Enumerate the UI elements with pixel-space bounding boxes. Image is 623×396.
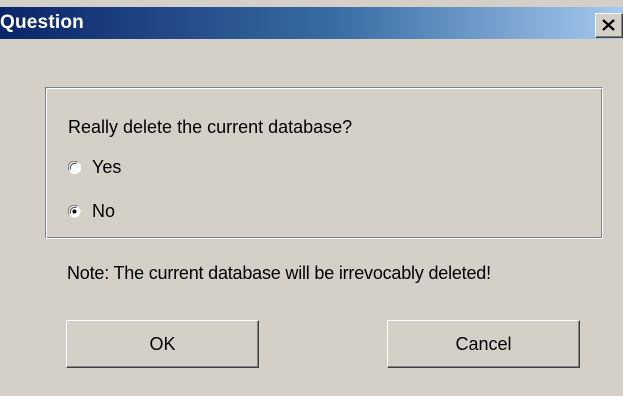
- radio-unchecked-icon[interactable]: [68, 160, 81, 174]
- radio-yes[interactable]: Yes: [68, 156, 121, 178]
- ok-button[interactable]: OK: [66, 320, 259, 368]
- radio-yes-label[interactable]: Yes: [92, 156, 121, 178]
- radio-checked-icon[interactable]: [68, 204, 81, 218]
- radio-no[interactable]: No: [68, 200, 115, 222]
- options-group-box: [45, 87, 603, 239]
- close-button[interactable]: [595, 13, 623, 38]
- dialog-title: Question: [0, 12, 84, 33]
- radio-no-label[interactable]: No: [92, 200, 115, 222]
- question-label: Really delete the current database?: [68, 117, 353, 137]
- title-bar[interactable]: Question: [0, 7, 623, 39]
- cancel-button[interactable]: Cancel: [387, 320, 580, 368]
- question-dialog: Question Really delete the current datab…: [0, 0, 623, 396]
- close-icon: [602, 19, 615, 31]
- warning-note: Note: The current database will be irrev…: [67, 263, 491, 283]
